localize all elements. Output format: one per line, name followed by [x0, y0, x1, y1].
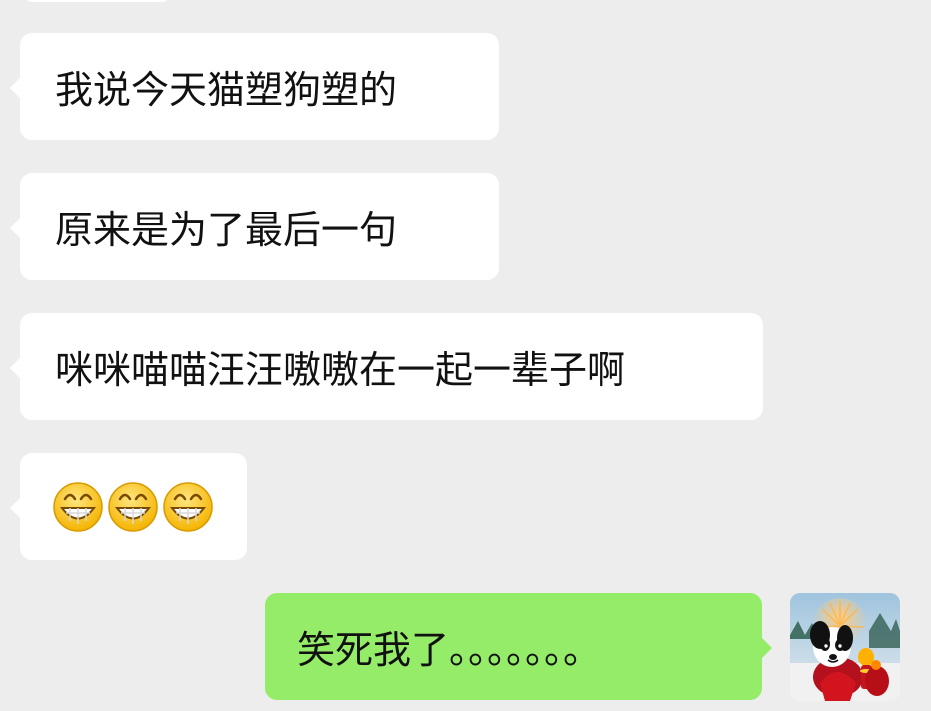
message-text: 笑死我了。。。。。。。 [297, 628, 602, 672]
grin-emoji-icon [163, 481, 213, 532]
emoji-row [52, 481, 214, 533]
message-text: 原来是为了最后一句 [55, 208, 398, 252]
message-bubble[interactable]: 咪咪喵喵汪汪嗷嗷在一起一辈子啊 [10, 313, 763, 420]
message-bubble[interactable]: 原来是为了最后一句 [10, 173, 499, 280]
avatar-image [790, 593, 900, 701]
grin-emoji-icon [53, 481, 103, 532]
message-bubble[interactable]: 笑死我了。。。。。。。 [265, 593, 772, 700]
message-bubble[interactable]: 我说今天猫塑狗塑的 [10, 33, 499, 140]
message-text: 咪咪喵喵汪汪嗷嗷在一起一辈子啊 [55, 348, 626, 392]
grin-emoji-icon [108, 481, 158, 532]
dog-avatar-icon[interactable] [790, 593, 900, 701]
emoji-message-bubble[interactable] [10, 453, 247, 560]
previous-message-bubble[interactable] [24, 0, 170, 2]
message-text: 我说今天猫塑狗塑的 [55, 68, 398, 112]
chat-window: 我说今天猫塑狗塑的 原来是为了最后一句 咪咪喵喵汪汪嗷嗷在一起一辈子啊 笑死我了… [0, 0, 931, 711]
